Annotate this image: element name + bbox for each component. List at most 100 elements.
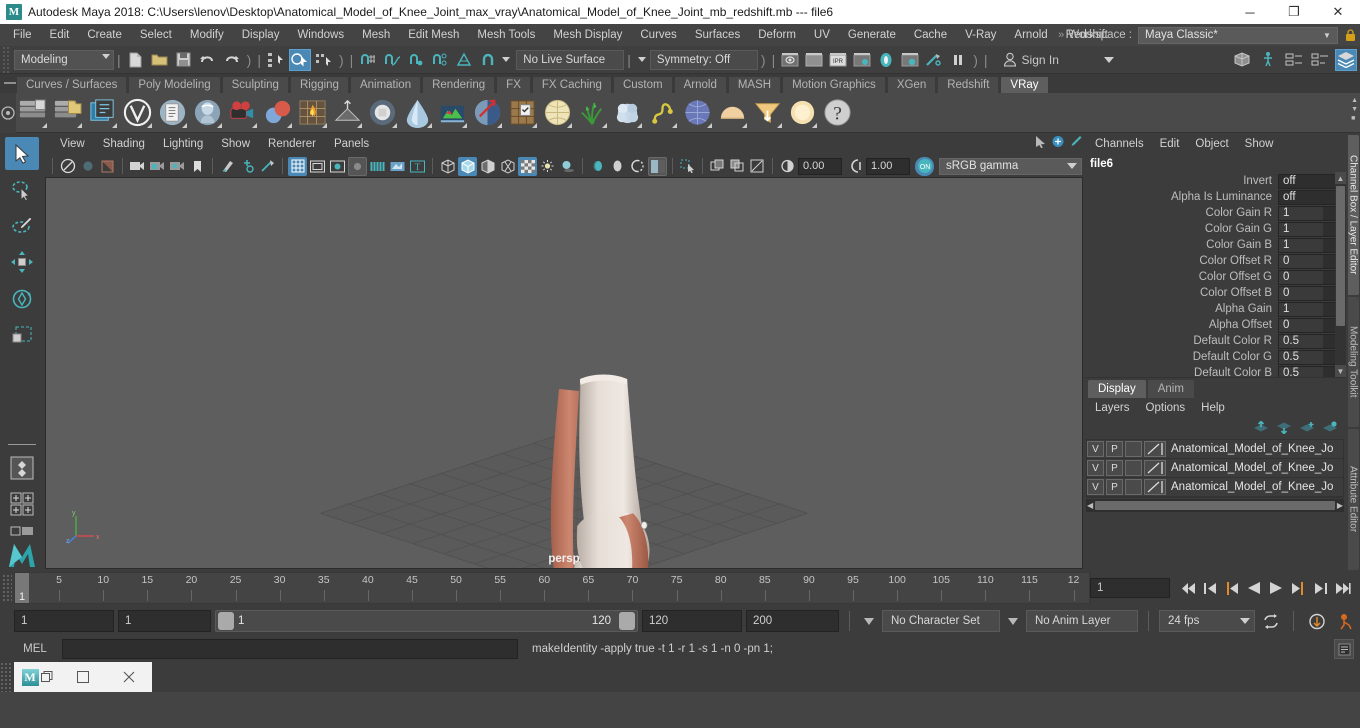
layer-tab-anim[interactable]: Anim [1147,380,1194,398]
shadows-icon[interactable] [558,157,577,176]
layout-persp-icon[interactable] [5,524,39,538]
select-camera-icon[interactable] [58,157,77,176]
side-tab-channel-box-layer-editor[interactable]: Channel Box / Layer Editor [1347,135,1359,295]
layout-panes-icon[interactable] [5,488,39,521]
channel-box-scrollbar[interactable]: ▲ ▼ [1335,172,1346,377]
rotate-tool[interactable] [5,282,39,315]
textured-icon[interactable] [498,157,517,176]
live-surface-field[interactable]: No Live Surface [516,49,625,70]
viewport-menu-lighting[interactable]: Lighting [155,136,211,152]
range-start-handle[interactable] [218,612,234,630]
scroll-right-icon[interactable]: ▶ [1337,501,1343,510]
play-forwards-icon[interactable] [1266,577,1286,599]
layer-menu-help[interactable]: Help [1194,401,1232,415]
vray-light-map-icon[interactable] [436,97,468,129]
ao-icon[interactable] [388,157,407,176]
layer-row[interactable]: V P Anatomical_Model_of_Knee_Jo [1087,478,1343,496]
xray-all-icon[interactable] [748,157,767,176]
vray-logo-icon[interactable] [121,97,153,129]
viewport-menu-panels[interactable]: Panels [326,136,377,152]
layer-shading-toggle[interactable] [1125,441,1142,457]
layer-playback-toggle[interactable]: P [1106,460,1123,476]
snap-grid-icon[interactable] [357,49,379,71]
vray-batch-render-icon[interactable] [16,97,48,129]
layer-row[interactable]: V P Anatomical_Model_of_Knee_Jo [1087,440,1343,458]
vray-fur-grid-icon[interactable] [506,97,538,129]
time-slider[interactable]: 1 5 10 15 20 25 30 35 40 45 50 55 60 65 70 75 80 85 90 95 1… [14,572,1090,604]
vray-clipper-icon[interactable] [611,97,643,129]
shelf-tab-xgen[interactable]: XGen [886,76,937,93]
viewport-edit-icon[interactable] [1069,135,1082,148]
menu-item-mesh-display[interactable]: Mesh Display [544,27,631,43]
layer-menu-options[interactable]: Options [1139,401,1193,415]
time-slider-grip[interactable] [2,574,12,602]
shelf-side-grip[interactable] [0,93,16,133]
xray-joints-icon[interactable] [708,157,727,176]
snap-view-plane-icon[interactable] [453,49,475,71]
maximize-button[interactable]: ❐ [1272,0,1316,24]
side-tab-attribute-editor[interactable]: Attribute Editor [1347,429,1359,570]
render-settings-icon[interactable] [851,49,873,71]
sidebar-channel-icon[interactable] [1309,49,1331,71]
vray-head-material-icon[interactable] [191,97,223,129]
loop-playback-icon[interactable] [1259,613,1283,629]
gate-mask-icon[interactable] [328,157,347,176]
step-back-frame-icon[interactable] [1222,577,1242,599]
vray-sun-icon[interactable] [786,97,818,129]
side-tab-modeling-toolkit[interactable]: Modeling Toolkit [1347,297,1359,427]
new-layer-icon[interactable] [1299,421,1315,434]
menu-item-arnold[interactable]: Arnold [1005,27,1056,43]
scroll-left-icon[interactable]: ◀ [1087,501,1093,510]
layer-playback-toggle[interactable]: P [1106,479,1123,495]
select-tool[interactable] [5,137,39,171]
checker-texture-icon[interactable] [518,156,537,176]
vray-dome-icon[interactable] [716,97,748,129]
animation-prefs-icon[interactable] [1334,613,1360,630]
save-scene-icon[interactable] [173,49,195,71]
menu-overflow-chevron-icon[interactable]: » [1058,29,1064,41]
layer-row[interactable]: V P Anatomical_Model_of_Knee_Jo [1087,459,1343,477]
scroll-down-icon[interactable]: ▼ [1335,365,1346,377]
toolbar-grip[interactable] [2,45,10,74]
wireframe-icon[interactable] [438,157,457,176]
shelf-tab-redshift[interactable]: Redshift [937,76,1000,93]
menu-item-surfaces[interactable]: Surfaces [686,27,749,43]
viewport-cursor-icon[interactable] [1034,135,1047,148]
grease-pencil-icon[interactable] [238,157,257,176]
shelf-tab-rigging[interactable]: Rigging [289,76,349,93]
viewport-menu-show[interactable]: Show [213,136,258,152]
auto-key-icon[interactable] [1304,613,1330,630]
render-setup-icon[interactable] [899,49,921,71]
step-forward-key-icon[interactable] [1310,577,1330,599]
viewport-menu-view[interactable]: View [52,136,93,152]
layer-playback-toggle[interactable]: P [1106,441,1123,457]
sidebar-rig-icon[interactable] [1257,49,1279,71]
hypershade-icon[interactable] [875,49,897,71]
sidebar-layer-icon[interactable] [1335,48,1357,71]
vray-dome-light-icon[interactable] [401,97,433,129]
shelf-tab-motion-graphics[interactable]: Motion Graphics [782,76,886,93]
scrollbar-thumb[interactable] [1095,501,1335,510]
shelf-tab-mash[interactable]: MASH [727,76,782,93]
view-transform-toggle-icon[interactable]: ON [915,156,934,176]
select-hierarchy-icon[interactable] [265,49,287,71]
move-tool[interactable] [5,246,39,279]
toggle-light-icon[interactable] [923,49,945,71]
scrollbar-thumb[interactable] [1336,186,1345,326]
current-frame-field[interactable]: 1 [1090,578,1170,598]
command-input[interactable] [62,639,518,659]
vray-volume-fire-icon[interactable] [296,97,328,129]
two-d-pan-zoom-icon[interactable] [218,157,237,176]
layer-list-hscrollbar[interactable]: ◀ ▶ [1086,499,1344,512]
layer-color-swatch[interactable] [1144,479,1166,495]
channel-box-menu-object[interactable]: Object [1188,136,1235,152]
shelf-tab-poly-modeling[interactable]: Poly Modeling [128,76,221,93]
vray-render-settings-icon[interactable] [86,97,118,129]
redo-icon[interactable] [221,49,243,71]
multisample-icon[interactable] [368,157,387,176]
select-object-icon[interactable] [288,48,311,71]
vray-folder-render-icon[interactable] [51,97,83,129]
vray-help-icon[interactable]: ? [821,97,853,129]
viewport-sync-icon[interactable] [1051,135,1065,148]
snap-projected-icon[interactable] [429,49,451,71]
